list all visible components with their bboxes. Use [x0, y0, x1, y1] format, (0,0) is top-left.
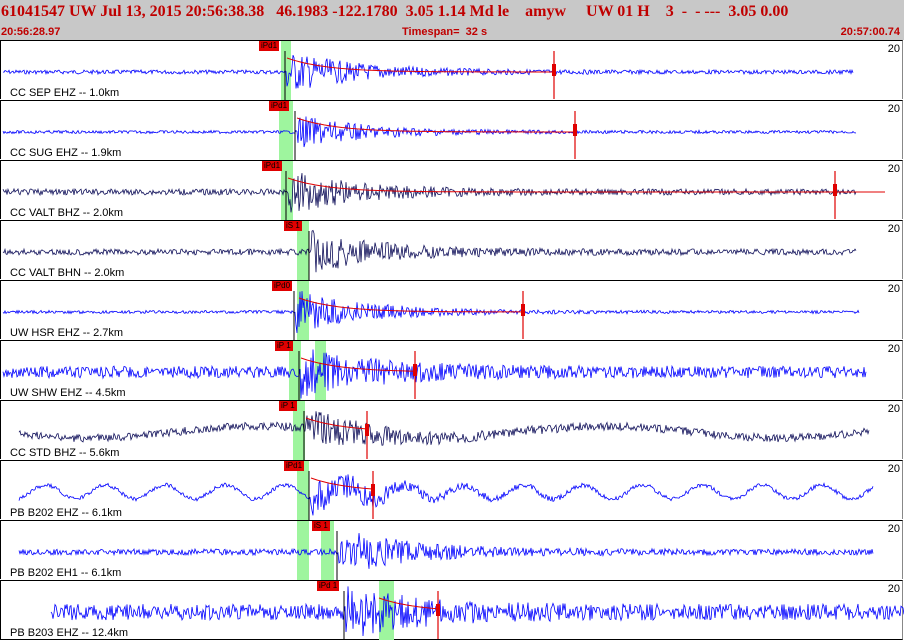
channel-label: PB B202 EH1 -- 6.1km: [10, 567, 122, 579]
end-time: 20:57:00.74: [840, 26, 900, 38]
scale-label: 20: [887, 283, 900, 295]
start-time: 20:56:28.97: [1, 26, 61, 38]
trace-panel[interactable]: iPd1 20 PB B202 EHZ -- 6.1km: [0, 460, 903, 520]
trace-panel[interactable]: iPd 1 20 PB B203 EHZ -- 12.4km: [0, 580, 904, 640]
waveform-panels: iPd1 20 CC SEP EHZ -- 1.0km iPd1 20 CC S…: [0, 40, 904, 640]
waveform-plot: [50, 581, 904, 640]
trace-panel[interactable]: iP 1 20 UW SHW EHZ -- 4.5km: [0, 340, 903, 400]
event-summary: 61041547 UW Jul 13, 2015 20:56:38.38 46.…: [1, 3, 789, 20]
trace-panel[interactable]: iP 1 20 CC STD BHZ -- 5.6km: [0, 400, 903, 460]
pick-label[interactable]: iPd1: [259, 41, 280, 51]
trace-panel[interactable]: iPd1 20 CC VALT BHZ -- 2.0km: [0, 160, 903, 220]
channel-label: UW HSR EHZ -- 2.7km: [10, 327, 124, 339]
scale-label: 20: [887, 103, 900, 115]
channel-label: CC SEP EHZ -- 1.0km: [10, 87, 120, 99]
waveform-plot: [18, 461, 874, 520]
pick-label[interactable]: iS 1: [284, 221, 302, 231]
channel-label: CC SUG EHZ -- 1.9km: [10, 147, 122, 159]
scale-label: 20: [887, 403, 900, 415]
trace-panel[interactable]: iPd1 20 CC SEP EHZ -- 1.0km: [0, 40, 903, 100]
waveform-plot: [2, 341, 867, 400]
scale-label: 20: [887, 43, 900, 55]
waveform-plot: [2, 101, 857, 160]
scale-label: 20: [887, 163, 900, 175]
pick-label[interactable]: iPd 1: [317, 581, 340, 591]
waveform-plot: [2, 221, 857, 280]
scale-label: 20: [887, 463, 900, 475]
pick-label[interactable]: iP 1: [275, 341, 293, 351]
trace-panel[interactable]: iS 1 20 PB B202 EH1 -- 6.1km: [0, 520, 903, 580]
pick-label[interactable]: iPd1: [269, 101, 290, 111]
timespan: Timespan= 32 s: [402, 26, 488, 38]
pick-label[interactable]: iPd1: [284, 461, 305, 471]
pick-label[interactable]: iPd1: [262, 161, 283, 171]
trace-panel[interactable]: iPd1 20 CC SUG EHZ -- 1.9km: [0, 100, 903, 160]
waveform-plot: [2, 281, 860, 340]
channel-label: PB B203 EHZ -- 12.4km: [10, 627, 128, 639]
scale-label: 20: [887, 343, 900, 355]
scale-label: 20: [887, 223, 900, 235]
waveform-plot: [2, 41, 854, 100]
pick-label[interactable]: iS 1: [312, 521, 330, 531]
waveform-plot: [18, 401, 870, 460]
pick-label[interactable]: iPd0: [272, 281, 293, 291]
channel-label: PB B202 EHZ -- 6.1km: [10, 507, 122, 519]
trace-panel[interactable]: iPd0 20 UW HSR EHZ -- 2.7km: [0, 280, 903, 340]
waveform-plot: [18, 521, 874, 580]
channel-label: UW SHW EHZ -- 4.5km: [10, 387, 126, 399]
scale-label: 20: [887, 523, 900, 535]
event-header: 61041547 UW Jul 13, 2015 20:56:38.38 46.…: [0, 0, 904, 40]
channel-label: CC STD BHZ -- 5.6km: [10, 447, 120, 459]
trace-panel[interactable]: iS 1 20 CC VALT BHN -- 2.0km: [0, 220, 903, 280]
pick-label[interactable]: iP 1: [279, 401, 297, 411]
scale-label: 20: [887, 583, 900, 595]
waveform-plot: [2, 161, 885, 220]
channel-label: CC VALT BHN -- 2.0km: [10, 267, 125, 279]
channel-label: CC VALT BHZ -- 2.0km: [10, 207, 124, 219]
